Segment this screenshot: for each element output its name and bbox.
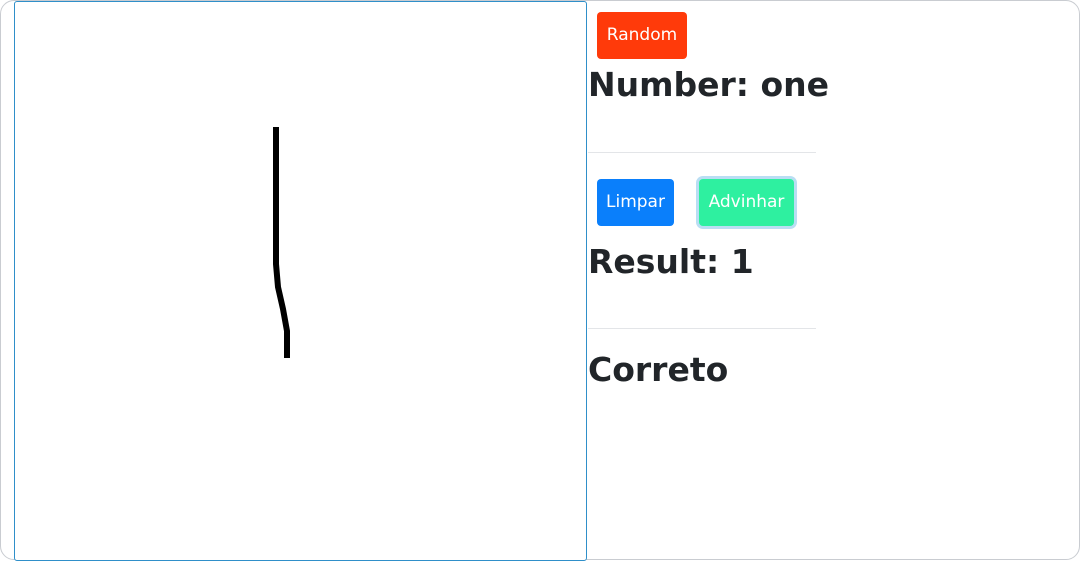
- clear-button[interactable]: Limpar: [597, 179, 674, 226]
- app-window: Random Number: one Limpar Advinhar Resul…: [0, 0, 1080, 561]
- drawing-surface[interactable]: [15, 2, 588, 562]
- divider: [588, 152, 816, 153]
- target-number-label: Number: one: [588, 65, 830, 104]
- guess-button[interactable]: Advinhar: [699, 179, 794, 226]
- drawn-stroke: [273, 127, 290, 358]
- random-button[interactable]: Random: [597, 12, 687, 59]
- verdict-label: Correto: [588, 350, 729, 389]
- result-label: Result: 1: [588, 242, 754, 281]
- divider: [588, 328, 816, 329]
- drawing-canvas[interactable]: [14, 1, 587, 561]
